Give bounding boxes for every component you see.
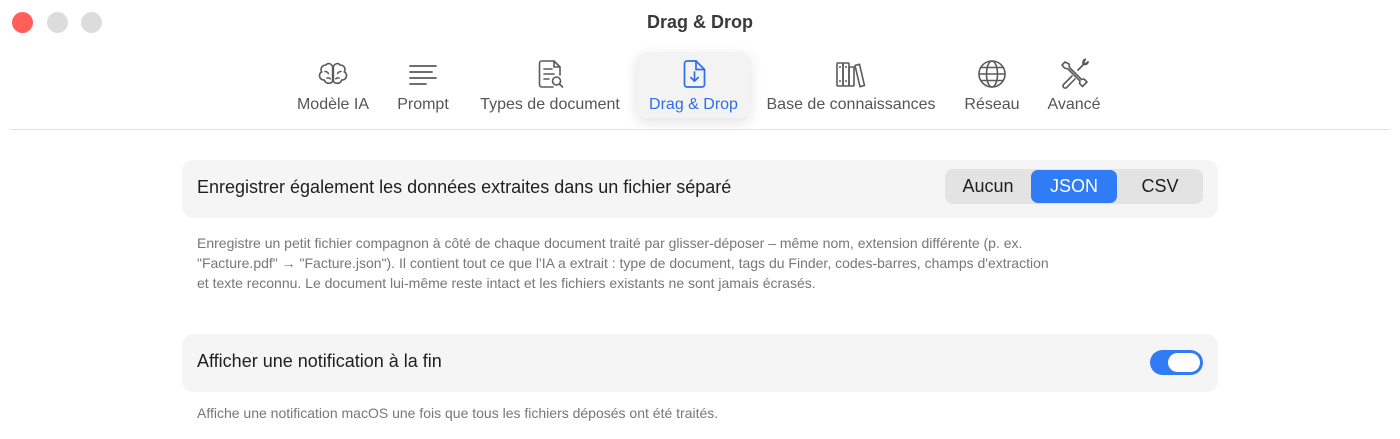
toggle-knob (1168, 353, 1200, 372)
brain-icon (315, 56, 351, 92)
notification-toggle[interactable] (1150, 350, 1203, 375)
notification-setting-description: Affiche une notification macOS une fois … (197, 405, 719, 421)
description-line: "Facture.pdf" → "Facture.json"). Il cont… (197, 255, 1049, 271)
export-format-segmented-control: Aucun JSON CSV (945, 169, 1203, 204)
tab-label: Avancé (1047, 96, 1101, 113)
description-line: Enregistre un petit fichier compagnon à … (197, 235, 1023, 251)
notification-setting-label: Afficher une notification à la fin (197, 351, 442, 371)
tab-avance[interactable]: Avancé (1038, 52, 1110, 118)
globe-icon (974, 56, 1010, 92)
tab-prompt[interactable]: Prompt (388, 52, 458, 118)
preferences-toolbar: Modèle IA Prompt Types de document Drag … (0, 50, 1400, 122)
description-line: et texte reconnu. Le document lui-même r… (197, 275, 816, 291)
tab-label: Drag & Drop (649, 96, 738, 113)
tab-label: Types de document (480, 96, 620, 113)
document-search-icon (532, 56, 568, 92)
tab-reseau[interactable]: Réseau (955, 52, 1029, 118)
segment-json[interactable]: JSON (1031, 170, 1117, 203)
tab-label: Réseau (964, 96, 1020, 113)
title-bar: Drag & Drop (0, 0, 1400, 46)
books-icon (833, 56, 869, 92)
segment-aucun[interactable]: Aucun (945, 169, 1031, 204)
tab-label: Prompt (397, 96, 449, 113)
document-download-icon (676, 56, 712, 92)
segment-csv[interactable]: CSV (1117, 169, 1203, 204)
tab-drag-and-drop[interactable]: Drag & Drop (637, 52, 750, 118)
export-setting-label: Enregistrer également les données extrai… (197, 177, 732, 197)
tab-label: Modèle IA (296, 96, 370, 113)
tab-types-de-document[interactable]: Types de document (468, 52, 632, 118)
tab-label: Base de connaissances (766, 96, 936, 113)
tab-modele-ia[interactable]: Modèle IA (288, 52, 378, 118)
tools-icon (1056, 56, 1092, 92)
export-setting-description: Enregistre un petit fichier compagnon à … (197, 233, 1197, 293)
settings-window: Drag & Drop Modèle IA Prompt Types de do… (0, 0, 1400, 439)
notification-setting-row: Afficher une notification à la fin (182, 334, 1218, 392)
window-title: Drag & Drop (646, 12, 753, 32)
toolbar-divider (10, 129, 1390, 130)
tab-base-de-connaissances[interactable]: Base de connaissances (756, 52, 946, 118)
text-lines-icon (405, 56, 441, 92)
export-setting-row: Enregistrer également les données extrai… (182, 160, 1218, 218)
